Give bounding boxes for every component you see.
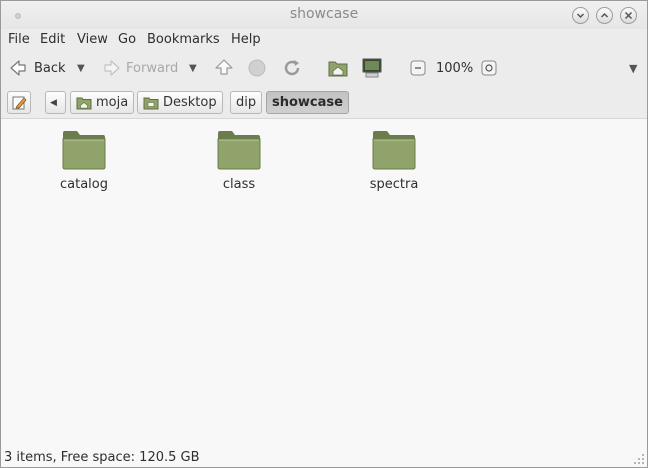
- stop-icon: [248, 59, 266, 77]
- close-button[interactable]: [620, 7, 637, 24]
- path-segment-label: showcase: [272, 95, 343, 110]
- path-scroll-left-button[interactable]: ◀: [45, 91, 66, 114]
- path-segment-label: moja: [96, 95, 129, 110]
- zoom-level[interactable]: 100%: [436, 51, 473, 85]
- computer-icon: [362, 58, 382, 78]
- back-button[interactable]: Back: [7, 51, 66, 85]
- triangle-down-icon: ▼: [189, 62, 197, 74]
- stop-button[interactable]: [247, 51, 267, 85]
- desktop-folder-icon: [143, 97, 159, 110]
- forward-arrow-icon: [104, 60, 120, 76]
- path-segment-showcase[interactable]: showcase: [266, 91, 349, 114]
- folder-icon: [372, 131, 416, 170]
- status-bar: 3 items, Free space: 120.5 GB: [1, 448, 647, 467]
- window-title: showcase: [289, 6, 359, 22]
- item-label: catalog: [60, 177, 108, 192]
- home-folder-icon: [328, 61, 348, 77]
- menu-file[interactable]: File: [8, 32, 30, 47]
- path-segment-label: dip: [236, 95, 257, 110]
- path-segment-label: Desktop: [163, 95, 217, 110]
- menu-edit[interactable]: Edit: [40, 32, 65, 47]
- menu-bar: File Edit View Go Bookmarks Help: [1, 29, 647, 51]
- reload-button[interactable]: [281, 51, 303, 85]
- triangle-left-icon: ◀: [50, 97, 57, 108]
- zoom-in-button[interactable]: [481, 51, 497, 85]
- computer-button[interactable]: [361, 51, 383, 85]
- toolbar: Back ▼ Forward ▼ 100% ▼: [1, 51, 647, 85]
- triangle-down-icon: ▼: [77, 62, 85, 74]
- folder-icon: [217, 131, 261, 170]
- resize-grip-icon[interactable]: [631, 452, 645, 466]
- forward-label: Forward: [126, 60, 179, 76]
- toggle-location-entry-button[interactable]: [7, 91, 31, 114]
- path-segment-moja[interactable]: moja: [70, 91, 135, 114]
- status-text: 3 items, Free space: 120.5 GB: [4, 450, 200, 465]
- folder-item-spectra[interactable]: spectra: [344, 129, 444, 192]
- item-label: spectra: [369, 177, 419, 192]
- item-label: class: [222, 177, 256, 192]
- menu-help[interactable]: Help: [231, 32, 261, 47]
- up-button[interactable]: [213, 51, 235, 85]
- home-folder-icon: [76, 97, 92, 110]
- location-bar: ◀ moja Desktop dip showcase: [1, 85, 647, 119]
- forward-button[interactable]: Forward: [101, 51, 178, 85]
- title-bar[interactable]: showcase: [1, 1, 647, 29]
- back-label: Back: [34, 60, 66, 76]
- home-button[interactable]: [327, 51, 349, 85]
- folder-icon: [62, 131, 106, 170]
- triangle-down-icon: ▼: [629, 61, 638, 75]
- chevron-up-icon: [600, 12, 609, 18]
- path-segment-dip[interactable]: dip: [230, 91, 263, 114]
- reload-icon: [284, 60, 300, 76]
- chevron-down-icon: [576, 13, 585, 19]
- up-arrow-icon: [215, 59, 233, 75]
- file-manager-window: showcase File Edit View Go Bookmarks Hel…: [0, 0, 648, 468]
- folder-item-catalog[interactable]: catalog: [34, 129, 134, 192]
- zoom-level-value: 100%: [436, 60, 474, 76]
- path-segment-desktop[interactable]: Desktop: [137, 91, 223, 114]
- back-arrow-icon: [10, 60, 26, 76]
- close-icon: [624, 11, 633, 20]
- folder-item-class[interactable]: class: [189, 129, 289, 192]
- minimize-button[interactable]: [572, 7, 589, 24]
- menu-go[interactable]: Go: [118, 32, 136, 47]
- zoom-reset-icon: [481, 60, 497, 76]
- edit-pencil-icon: [12, 96, 27, 109]
- back-history-dropdown[interactable]: ▼: [77, 51, 85, 85]
- zoom-out-icon: [410, 60, 426, 76]
- maximize-button[interactable]: [596, 7, 613, 24]
- forward-history-dropdown[interactable]: ▼: [189, 51, 197, 85]
- zoom-out-button[interactable]: [410, 51, 426, 85]
- menu-view[interactable]: View: [77, 32, 108, 47]
- toolbar-overflow-menu[interactable]: ▼: [629, 51, 637, 85]
- menu-bookmarks[interactable]: Bookmarks: [147, 32, 220, 47]
- file-view[interactable]: catalog class spectra: [1, 119, 647, 448]
